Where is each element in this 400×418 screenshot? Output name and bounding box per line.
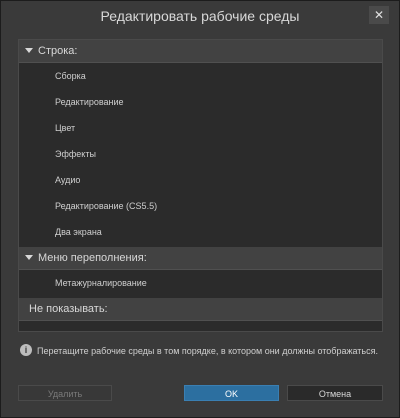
expand-arrow-icon[interactable] [25, 48, 33, 53]
cancel-button[interactable]: Отмена [287, 385, 383, 401]
workspace-item-metalogging[interactable]: Метажурналирование [19, 270, 382, 296]
section-header-row[interactable]: Строка: [19, 40, 382, 63]
workspace-item-audio[interactable]: Аудио [19, 167, 382, 193]
dialog-title: Редактировать рабочие среды [100, 8, 300, 24]
workspace-item-effects[interactable]: Эффекты [19, 141, 382, 167]
workspace-item-assembly[interactable]: Сборка [19, 63, 382, 89]
workspace-item-editing-cs55[interactable]: Редактирование (CS5.5) [19, 193, 382, 219]
close-button[interactable]: ✕ [369, 6, 389, 24]
expand-arrow-icon[interactable] [25, 255, 33, 260]
workspaces-panel: Строка: Сборка Редактирование Цвет Эффек… [18, 39, 383, 332]
title-bar: Редактировать рабочие среды ✕ [1, 1, 399, 31]
edit-workspaces-dialog: Редактировать рабочие среды ✕ Строка: Сб… [0, 0, 400, 418]
workspace-item-editing[interactable]: Редактирование [19, 89, 382, 115]
section-header-hidden: Не показывать: [19, 298, 382, 321]
info-icon: i [20, 344, 32, 356]
workspace-item-dual-screen[interactable]: Два экрана [19, 219, 382, 245]
hidden-drop-zone[interactable] [19, 321, 382, 331]
workspace-item-color[interactable]: Цвет [19, 115, 382, 141]
section-label-row: Строка: [38, 45, 78, 57]
section-label-hidden: Не показывать: [29, 303, 108, 315]
ok-button[interactable]: OK [184, 385, 279, 401]
info-text: Перетащите рабочие среды в том порядке, … [37, 346, 378, 356]
section-header-overflow[interactable]: Меню переполнения: [19, 247, 382, 270]
section-label-overflow: Меню переполнения: [38, 252, 147, 264]
delete-button[interactable]: Удалить [18, 385, 112, 401]
